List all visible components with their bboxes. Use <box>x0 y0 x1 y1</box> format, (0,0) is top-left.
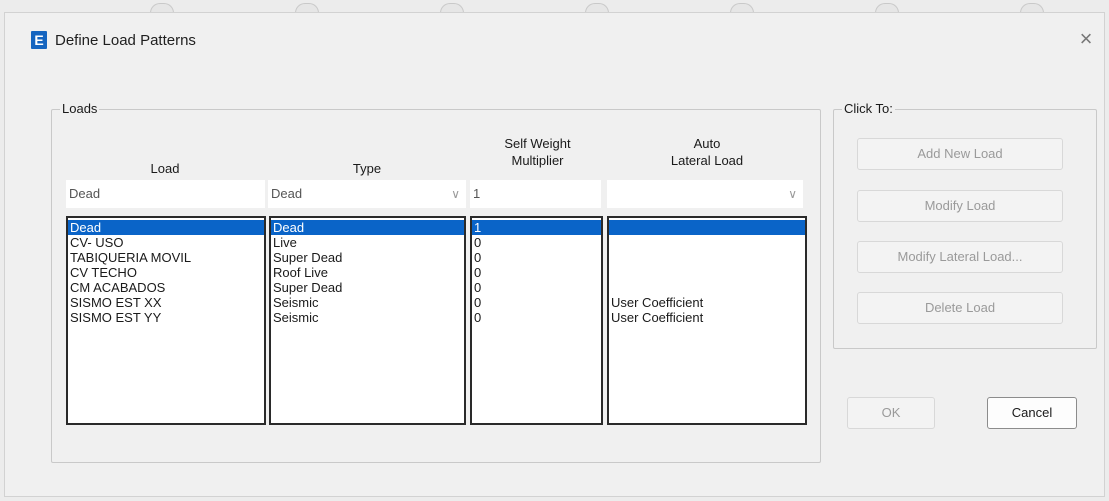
load-type-value: Dead <box>271 186 303 201</box>
type-column-header: Type <box>352 161 382 176</box>
list-item[interactable]: SISMO EST XX <box>68 295 264 310</box>
add-new-load-button[interactable]: Add New Load <box>857 138 1063 170</box>
click-to-label: Click To: <box>842 101 895 116</box>
title-bar: E Define Load Patterns × <box>5 13 1104 69</box>
list-item[interactable]: 0 <box>472 310 601 325</box>
list-item[interactable]: 0 <box>472 265 601 280</box>
modify-lateral-load-button[interactable]: Modify Lateral Load... <box>857 241 1063 273</box>
list-item[interactable]: Dead <box>271 220 464 235</box>
background-tabs <box>0 0 1109 13</box>
dialog-title: Define Load Patterns <box>55 32 196 49</box>
auto-lateral-header-line1: Auto <box>693 136 721 151</box>
load-name-list[interactable]: Dead CV- USO TABIQUERIA MOVIL CV TECHO C… <box>66 216 266 425</box>
list-item[interactable]: 1 <box>472 220 601 235</box>
self-weight-header-line2: Multiplier <box>511 153 564 168</box>
list-item[interactable] <box>609 220 805 235</box>
chevron-down-icon: ∨ <box>451 187 460 201</box>
list-item[interactable]: User Coefficient <box>609 295 805 310</box>
list-item[interactable]: Super Dead <box>271 280 464 295</box>
list-item[interactable]: Roof Live <box>271 265 464 280</box>
load-name-input[interactable]: Dead <box>66 180 265 208</box>
list-item[interactable]: TABIQUERIA MOVIL <box>68 250 264 265</box>
auto-lateral-load-list[interactable]: User Coefficient User Coefficient <box>607 216 807 425</box>
list-item[interactable] <box>609 250 805 265</box>
list-item[interactable]: CM ACABADOS <box>68 280 264 295</box>
load-type-list[interactable]: Dead Live Super Dead Roof Live Super Dea… <box>269 216 466 425</box>
modify-load-button[interactable]: Modify Load <box>857 190 1063 222</box>
list-item[interactable] <box>609 235 805 250</box>
list-item[interactable]: Seismic <box>271 310 464 325</box>
list-item[interactable]: Super Dead <box>271 250 464 265</box>
list-item[interactable]: Seismic <box>271 295 464 310</box>
load-column-header: Load <box>150 161 180 176</box>
auto-lateral-load-select[interactable]: ∨ <box>607 180 803 208</box>
list-item[interactable]: CV TECHO <box>68 265 264 280</box>
load-type-select[interactable]: Dead ∨ <box>268 180 466 208</box>
self-weight-multiplier-list[interactable]: 1 0 0 0 0 0 0 <box>470 216 603 425</box>
list-item[interactable]: 0 <box>472 280 601 295</box>
list-item[interactable] <box>609 280 805 295</box>
list-item[interactable]: User Coefficient <box>609 310 805 325</box>
self-weight-header-line1: Self Weight <box>504 136 571 151</box>
app-logo-icon: E <box>31 31 47 49</box>
loads-group-label: Loads <box>60 101 100 116</box>
list-item[interactable]: SISMO EST YY <box>68 310 264 325</box>
auto-lateral-header-line2: Lateral Load <box>670 153 744 168</box>
chevron-down-icon: ∨ <box>788 187 797 201</box>
list-item[interactable]: 0 <box>472 250 601 265</box>
list-item[interactable]: CV- USO <box>68 235 264 250</box>
cancel-button[interactable]: Cancel <box>987 397 1077 429</box>
self-weight-multiplier-input[interactable]: 1 <box>470 180 601 208</box>
list-item[interactable]: Dead <box>68 220 264 235</box>
close-icon[interactable]: × <box>1076 26 1096 52</box>
list-item[interactable] <box>609 265 805 280</box>
list-item[interactable]: 0 <box>472 295 601 310</box>
define-load-patterns-dialog: E Define Load Patterns × Loads Load Type… <box>4 12 1105 497</box>
delete-load-button[interactable]: Delete Load <box>857 292 1063 324</box>
ok-button[interactable]: OK <box>847 397 935 429</box>
list-item[interactable]: Live <box>271 235 464 250</box>
list-item[interactable]: 0 <box>472 235 601 250</box>
